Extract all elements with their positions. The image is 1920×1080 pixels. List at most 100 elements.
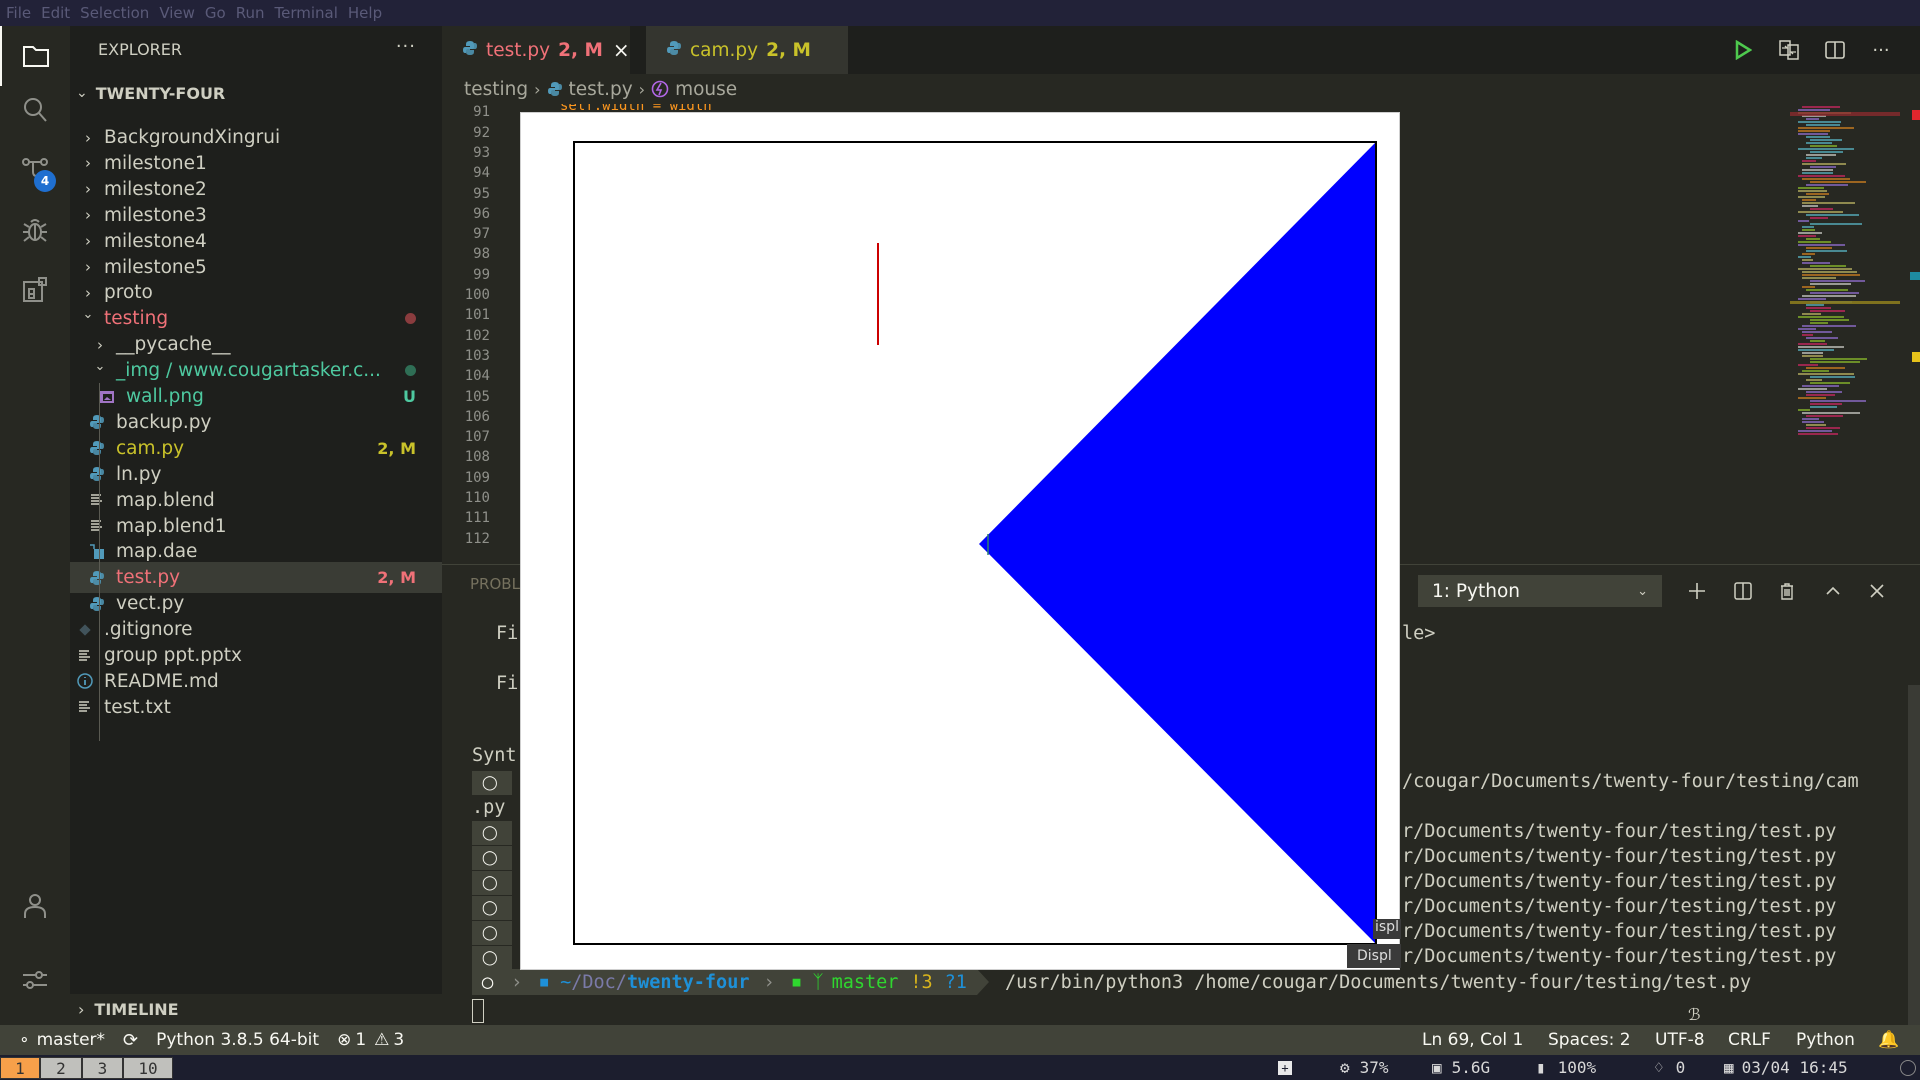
- workspace-10[interactable]: 10: [123, 1057, 173, 1079]
- menu-view[interactable]: View: [159, 4, 195, 22]
- minimap[interactable]: [1790, 104, 1910, 564]
- terminal-line: r/Documents/twenty-four/testing/test.py: [1402, 846, 1837, 867]
- file-item[interactable]: test.txt: [70, 692, 442, 723]
- status-branch[interactable]: ⚬ master*: [18, 1030, 105, 1050]
- tree-item-label: _img / www.cougartasker.c...: [116, 360, 381, 382]
- minimap-line: [1806, 193, 1829, 195]
- chevron-down-icon: ⌄: [76, 85, 88, 101]
- tree-item-label: milestone5: [104, 256, 207, 278]
- tab-problems[interactable]: PROBL: [470, 575, 520, 593]
- minimap-line: [1806, 367, 1845, 369]
- tree-item-label: test.py: [116, 567, 181, 589]
- more-actions-button[interactable]: ···: [1858, 34, 1904, 66]
- tree-item-label: README.md: [104, 670, 219, 692]
- activity-accounts[interactable]: [0, 876, 70, 936]
- activity-source-control[interactable]: 4: [0, 140, 70, 200]
- settings-sliders-icon: [23, 971, 47, 989]
- minimap-line: [1806, 394, 1835, 396]
- maximize-panel-button[interactable]: [1816, 575, 1850, 607]
- tray-add-icon[interactable]: +: [1278, 1055, 1292, 1080]
- breadcrumb-symbol[interactable]: mouse: [675, 79, 737, 100]
- menu-selection[interactable]: Selection: [80, 4, 149, 22]
- tree-item-label: map.blend1: [116, 515, 227, 537]
- split-icon: [1734, 582, 1752, 600]
- status-indentation[interactable]: Spaces: 2: [1548, 1025, 1631, 1055]
- file-lines-icon: [88, 517, 106, 535]
- status-language[interactable]: Python: [1796, 1025, 1855, 1055]
- more-actions-icon[interactable]: ···: [396, 36, 416, 57]
- status-encoding[interactable]: UTF-8: [1655, 1025, 1705, 1055]
- menu-help[interactable]: Help: [348, 4, 382, 22]
- activity-manage[interactable]: [0, 950, 70, 1010]
- activity-debug[interactable]: [0, 200, 70, 260]
- split-terminal-button[interactable]: [1726, 575, 1760, 607]
- pygame-canvas[interactable]: [575, 143, 1375, 943]
- new-terminal-button[interactable]: [1680, 575, 1714, 607]
- branch-label: master*: [36, 1030, 106, 1050]
- tooltip: ispl: [1373, 919, 1401, 939]
- activity-extensions[interactable]: [0, 260, 70, 320]
- workspace-3[interactable]: 3: [82, 1057, 123, 1079]
- chevron-right-icon: ›: [85, 283, 91, 302]
- menu-edit[interactable]: Edit: [41, 4, 70, 22]
- tree-item-label: cam.py: [116, 437, 185, 459]
- kill-terminal-button[interactable]: [1770, 575, 1804, 607]
- tab-test-py[interactable]: test.py 2, M ×: [442, 26, 630, 74]
- close-panel-button[interactable]: [1860, 575, 1894, 607]
- explorer-sidebar: EXPLORER ··· ⌄ TWENTY-FOUR › BackgroundXi…: [70, 26, 442, 1025]
- editor-scrollbar[interactable]: [1904, 104, 1920, 564]
- status-problems[interactable]: ⊗ 1 ⚠ 3: [337, 1030, 404, 1050]
- files-icon: [23, 46, 49, 67]
- minimap-line: [1806, 379, 1822, 381]
- prompt-branch: master: [831, 971, 899, 993]
- status-position[interactable]: Ln 69, Col 1: [1422, 1025, 1523, 1055]
- minimap-line: [1802, 277, 1836, 279]
- line-number: 91: [473, 104, 490, 121]
- terminal-line: r/Documents/twenty-four/testing/test.py: [1402, 821, 1837, 842]
- activity-explorer[interactable]: [0, 26, 70, 86]
- timeline-section[interactable]: › TIMELINE: [70, 994, 442, 1025]
- tab-status: 2, M: [558, 39, 603, 61]
- terminal-scrollbar[interactable]: [1908, 685, 1920, 1025]
- workspace-2[interactable]: 2: [40, 1057, 82, 1079]
- workspace-root-label: TWENTY-FOUR: [95, 83, 226, 103]
- split-editor-button[interactable]: [1812, 34, 1858, 66]
- status-eol[interactable]: CRLF: [1728, 1025, 1771, 1055]
- python-icon: [666, 40, 682, 61]
- notifications-button[interactable]: 🔔: [1878, 1025, 1899, 1055]
- pygame-window[interactable]: ispl Displ: [520, 112, 1401, 970]
- 3d-model-icon: [88, 543, 106, 561]
- open-changes-button[interactable]: [1766, 34, 1812, 66]
- run-python-file-button[interactable]: [1720, 34, 1766, 66]
- menu-go[interactable]: Go: [205, 4, 226, 22]
- activity-search[interactable]: [0, 80, 70, 140]
- minimap-line: [1806, 289, 1848, 291]
- status-interpreter[interactable]: Python 3.8.5 64-bit: [156, 1030, 319, 1050]
- sync-button[interactable]: ⟳: [123, 1030, 138, 1051]
- breadcrumb-file[interactable]: test.py: [569, 79, 633, 100]
- tray-icon[interactable]: [1900, 1055, 1916, 1080]
- chevron-right-icon: ›: [85, 258, 91, 276]
- tree-item-label: milestone1: [104, 152, 207, 174]
- terminal-selector[interactable]: 1: Python ⌄: [1418, 575, 1662, 607]
- extensions-icon: [23, 277, 47, 302]
- terminal-selector-label: 1: Python: [1432, 580, 1521, 602]
- minimap-line: [1798, 148, 1854, 150]
- file-lines-icon: [76, 698, 94, 716]
- menu-file[interactable]: File: [6, 4, 31, 22]
- tab-cam-py[interactable]: cam.py 2, M: [646, 26, 848, 74]
- line-number: 100: [464, 287, 490, 303]
- terminal-line: Fi: [496, 673, 519, 694]
- close-icon[interactable]: ×: [613, 38, 630, 62]
- minimap-line: [1798, 211, 1843, 213]
- line-number: 101: [464, 307, 490, 324]
- folder-icon: ■: [540, 974, 549, 990]
- breadcrumb-folder[interactable]: testing: [464, 79, 528, 100]
- workspace-root[interactable]: ⌄ TWENTY-FOUR: [70, 80, 225, 106]
- chevron-right-icon: ›: [638, 79, 646, 99]
- notification-status: ♢ 0: [1654, 1055, 1685, 1080]
- menu-terminal[interactable]: Terminal: [275, 4, 338, 22]
- minimap-line: [1806, 337, 1838, 339]
- workspace-1[interactable]: 1: [0, 1057, 40, 1079]
- menu-run[interactable]: Run: [236, 4, 265, 22]
